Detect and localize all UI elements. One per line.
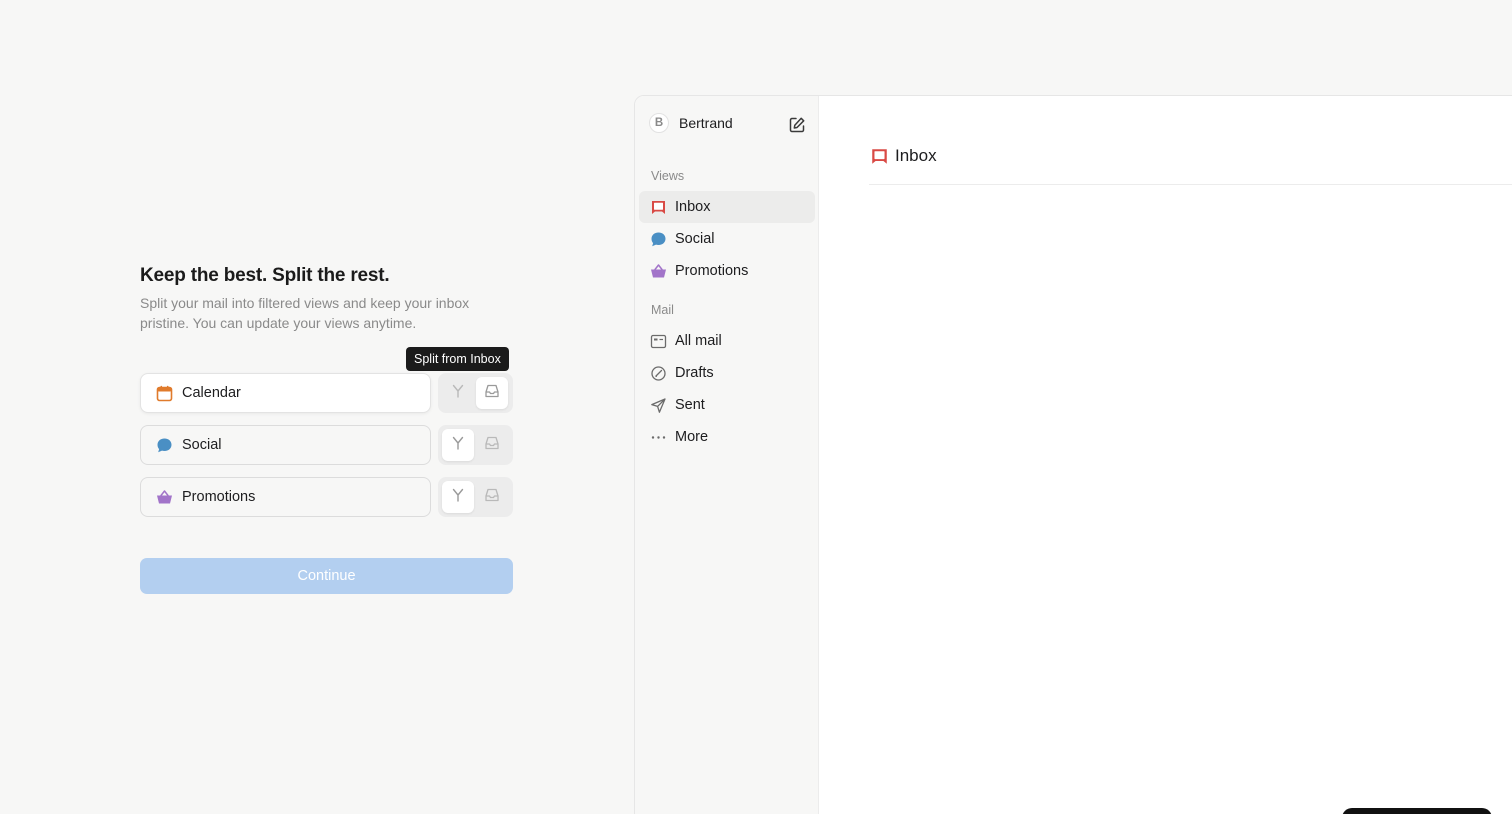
more-icon [649, 428, 667, 446]
page-title-label: Inbox [895, 146, 937, 165]
basket-icon [155, 488, 173, 506]
view-card-calendar[interactable]: Calendar [140, 373, 431, 413]
inbox-icon [869, 146, 889, 166]
user-name: Bertrand [679, 115, 733, 131]
inbox-option-button[interactable] [476, 377, 508, 409]
split-icon [450, 435, 466, 456]
all-mail-icon [649, 332, 667, 350]
view-row-calendar: Calendar [140, 373, 513, 413]
views-section-label: Views [651, 169, 685, 183]
sidebar-item-drafts[interactable]: Drafts [639, 357, 815, 389]
floating-pill[interactable] [1342, 808, 1492, 814]
sidebar-item-all-mail[interactable]: All mail [639, 325, 815, 357]
sidebar-item-label: More [675, 429, 709, 445]
inbox-option-button[interactable] [476, 481, 508, 513]
sidebar: B Bertrand Views Inbox Social Promotions… [635, 96, 819, 814]
inbox-tray-icon [484, 435, 500, 456]
sidebar-item-promotions[interactable]: Promotions [639, 255, 815, 287]
sidebar-item-inbox[interactable]: Inbox [639, 191, 815, 223]
sidebar-item-label: Promotions [675, 263, 749, 279]
sidebar-item-label: Social [675, 231, 715, 247]
view-card-promotions[interactable]: Promotions [140, 477, 431, 517]
sidebar-item-label: Sent [675, 397, 705, 413]
onboarding-panel: Keep the best. Split the rest. Split you… [140, 262, 513, 517]
basket-icon [649, 262, 667, 280]
split-icon [450, 383, 466, 404]
onboarding-title: Keep the best. Split the rest. [140, 265, 390, 286]
inbox-icon [649, 198, 667, 216]
page-title: Inbox [869, 146, 937, 166]
split-inbox-toggle [438, 373, 513, 413]
sidebar-item-more[interactable]: More [639, 421, 815, 453]
view-label: Promotions [182, 489, 256, 505]
chat-bubble-icon [649, 230, 667, 248]
view-label: Calendar [182, 385, 241, 401]
split-option-button[interactable] [442, 481, 474, 513]
split-tooltip: Split from Inbox [406, 347, 509, 371]
send-icon [649, 396, 667, 414]
calendar-icon [155, 384, 173, 402]
chat-bubble-icon [155, 436, 173, 454]
sidebar-item-sent[interactable]: Sent [639, 389, 815, 421]
sidebar-item-label: Drafts [675, 365, 714, 381]
avatar: B [649, 113, 669, 133]
header-divider [869, 184, 1512, 185]
split-inbox-toggle [438, 477, 513, 517]
compose-icon [788, 117, 806, 138]
sidebar-item-label: Inbox [675, 199, 711, 215]
view-card-social[interactable]: Social [140, 425, 431, 465]
view-row-promotions: Promotions [140, 477, 513, 517]
user-menu[interactable]: B Bertrand [649, 113, 733, 133]
view-label: Social [182, 437, 222, 453]
view-row-social: Social [140, 425, 513, 465]
split-option-button[interactable] [442, 377, 474, 409]
sidebar-item-social[interactable]: Social [639, 223, 815, 255]
app-preview: B Bertrand Views Inbox Social Promotions… [634, 95, 1512, 814]
compose-button[interactable] [788, 116, 806, 134]
split-inbox-toggle [438, 425, 513, 465]
drafts-icon [649, 364, 667, 382]
onboarding-subtitle: Split your mail into filtered views and … [140, 295, 470, 331]
sidebar-item-label: All mail [675, 333, 722, 349]
split-icon [450, 487, 466, 508]
split-option-button[interactable] [442, 429, 474, 461]
continue-button[interactable]: Continue [140, 558, 513, 594]
inbox-tray-icon [484, 487, 500, 508]
inbox-tray-icon [484, 383, 500, 404]
inbox-option-button[interactable] [476, 429, 508, 461]
mail-section-label: Mail [651, 303, 674, 317]
